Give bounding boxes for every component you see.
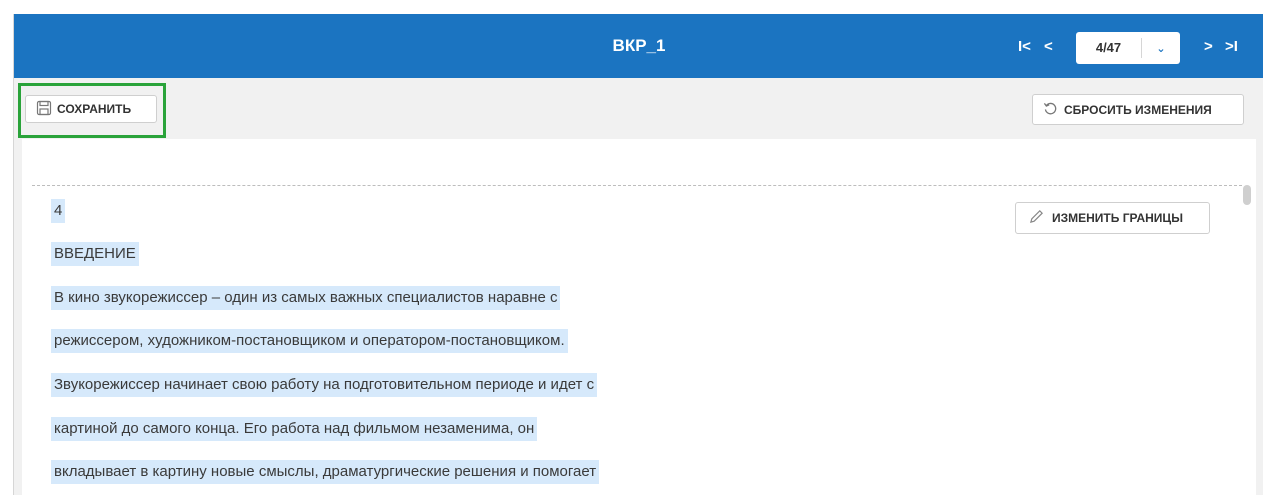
document-page: ИЗМЕНИТЬ ГРАНИЦЫ 4 ВВЕДЕНИЕ В кино звуко… — [22, 139, 1256, 495]
reset-icon — [1043, 101, 1058, 119]
first-page-icon[interactable]: I< — [1018, 38, 1031, 55]
text-line: Звукорежиссер начинает свою работу на по… — [51, 373, 598, 397]
scrollbar-thumb[interactable] — [1243, 185, 1251, 205]
text-line: режиссером, художником-постановщиком и о… — [51, 329, 568, 353]
reset-label: СБРОСИТЬ ИЗМЕНЕНИЯ — [1064, 102, 1212, 117]
edit-bounds-label: ИЗМЕНИТЬ ГРАНИЦЫ — [1052, 211, 1183, 225]
text-line: ВВЕДЕНИЕ — [51, 242, 139, 266]
save-button[interactable]: СОХРАНИТЬ — [25, 95, 157, 123]
text-line: картиной до самого конца. Его работа над… — [51, 417, 538, 441]
chevron-down-icon[interactable]: ⌄ — [1142, 42, 1180, 55]
page-number: 4/47 — [1076, 38, 1142, 58]
reset-changes-button[interactable]: СБРОСИТЬ ИЗМЕНЕНИЯ — [1032, 94, 1244, 125]
viewer-window: ВКР_1 I< < 4/47 ⌄ > >I СОХРАНИТЬ СБРОСИТ… — [13, 14, 1263, 495]
page-boundary-line — [32, 185, 1242, 186]
text-line: В кино звукорежиссер – один из самых важ… — [51, 286, 561, 310]
save-icon — [36, 100, 52, 119]
text-line: 4 — [51, 199, 66, 223]
save-label: СОХРАНИТЬ — [57, 102, 132, 116]
next-page-icon[interactable]: > — [1204, 38, 1213, 55]
text-line: вкладывает в картину новые смыслы, драма… — [51, 460, 600, 484]
edit-bounds-button[interactable]: ИЗМЕНИТЬ ГРАНИЦЫ — [1015, 202, 1210, 234]
last-page-icon[interactable]: >I — [1225, 38, 1238, 55]
header-bar: ВКР_1 I< < 4/47 ⌄ > >I — [14, 14, 1263, 78]
page-selector[interactable]: 4/47 ⌄ — [1076, 32, 1180, 64]
prev-page-icon[interactable]: < — [1044, 38, 1053, 55]
pencil-icon — [1029, 209, 1044, 227]
